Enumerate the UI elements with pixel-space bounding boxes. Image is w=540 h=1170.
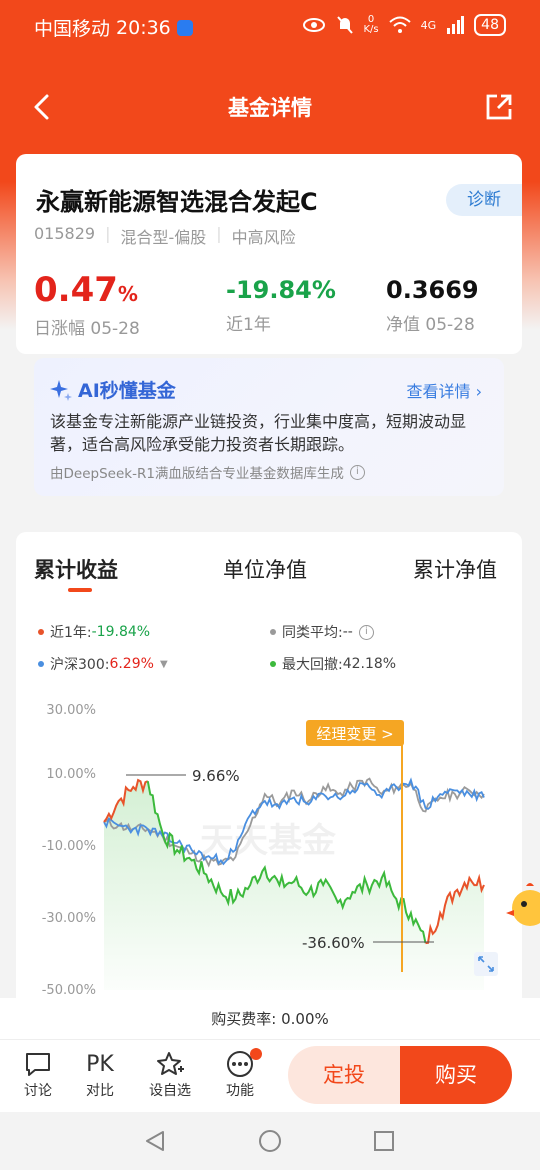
- ai-source: 由DeepSeek-R1满血版结合专业基金数据库生成 i: [50, 462, 365, 482]
- auto-invest-button[interactable]: 定投: [288, 1046, 400, 1104]
- info-icon[interactable]: i: [349, 464, 365, 480]
- app-notification-icon: [176, 19, 193, 36]
- notification-dot: [250, 1048, 262, 1060]
- carrier: 中国移动: [34, 18, 111, 40]
- daily-change-value: 0.47: [34, 270, 118, 310]
- chevron-right-icon: ›: [475, 382, 482, 401]
- ai-summary-card[interactable]: AI秒懂基金 查看详情 › 该基金专注新能源产业链投资，行业集中度高，短期波动显…: [34, 358, 504, 496]
- wifi-icon: [388, 16, 411, 33]
- ai-view-details-text: 查看详情: [406, 382, 471, 401]
- trough-label: -36.60%: [302, 934, 365, 952]
- year-change-label: 近1年: [226, 315, 271, 335]
- ai-title: AI秒懂基金: [50, 376, 176, 403]
- mute-icon: [336, 16, 353, 34]
- nav-value: 0.3669: [386, 276, 479, 304]
- year-change-value: -19.84%: [226, 276, 336, 304]
- diagnose-button[interactable]: 诊断: [446, 184, 522, 216]
- net-speed: 0 K/s: [363, 14, 379, 35]
- compare-label: 对比: [86, 1083, 114, 1099]
- signal-bars-icon: [447, 16, 465, 34]
- share-icon[interactable]: [484, 92, 514, 122]
- buy-button[interactable]: 购买: [400, 1046, 512, 1104]
- functions-button[interactable]: 功能: [212, 1048, 268, 1100]
- return-chart[interactable]: 天天基金 经理变更 > 9.66% -36.60%: [16, 532, 522, 1032]
- divider: |: [105, 224, 111, 243]
- mascot-icon[interactable]: [506, 880, 540, 928]
- recents-square-icon[interactable]: [374, 1131, 394, 1151]
- nav-bar: 基金详情: [0, 80, 540, 134]
- fund-code: 015829: [34, 224, 96, 243]
- fund-area-fill: [104, 780, 484, 990]
- nav-label: 净值 05-28: [386, 315, 475, 335]
- system-nav-bar: [0, 1112, 540, 1170]
- fund-risk: 中高风险: [231, 228, 296, 247]
- compare-button[interactable]: PK 对比: [72, 1048, 128, 1100]
- daily-change-unit: %: [117, 282, 138, 306]
- purchase-fee-bar: 购买费率: 0.00%: [0, 998, 540, 1040]
- daily-change-metric: 0.47% 日涨幅 05-28: [34, 272, 140, 339]
- eye-icon: [302, 18, 325, 32]
- fund-name: 永赢新能源智选混合发起C: [36, 188, 318, 216]
- clock: 20:36: [116, 16, 171, 39]
- back-triangle-icon[interactable]: [144, 1130, 166, 1152]
- peak-label: 9.66%: [192, 767, 240, 785]
- star-plus-icon: [157, 1052, 184, 1075]
- pk-icon: PK: [86, 1051, 114, 1077]
- chart-card: 累计收益 单位净值 累计净值 近1年: -19.84% 同类平均: -- i 沪深3…: [16, 532, 522, 1032]
- manager-change-label: 经理变更 >: [316, 725, 393, 743]
- battery-indicator: 48: [474, 14, 506, 36]
- ai-title-text: AI秒懂基金: [78, 380, 176, 402]
- divider: |: [216, 224, 222, 243]
- ai-view-details-link[interactable]: 查看详情 ›: [406, 378, 482, 402]
- add-watchlist-button[interactable]: 设自选: [142, 1048, 198, 1100]
- fee-label: 购买费率:: [211, 1010, 277, 1028]
- bottom-action-bar: 讨论 PK 对比 设自选 功能 定投 购买: [0, 1040, 540, 1112]
- daily-change-label: 日涨幅 05-28: [34, 319, 140, 339]
- add-watchlist-label: 设自选: [149, 1083, 191, 1099]
- ai-summary-text: 该基金专注新能源产业链投资，行业集中度高，短期波动显著，适合高风险承受能力投资者…: [50, 412, 467, 454]
- sparkle-icon: [50, 379, 72, 401]
- page-title: 基金详情: [228, 96, 312, 120]
- functions-label: 功能: [226, 1083, 254, 1099]
- ai-source-text: 由DeepSeek-R1满血版结合专业基金数据库生成: [50, 466, 344, 482]
- home-circle-icon[interactable]: [258, 1129, 282, 1153]
- discuss-button[interactable]: 讨论: [10, 1048, 66, 1100]
- nav-metric: 0.3669 净值 05-28: [386, 272, 479, 335]
- fullscreen-icon[interactable]: [474, 952, 498, 976]
- fee-value: 0.00%: [281, 1010, 329, 1028]
- status-bar: 中国移动 20:36 0 K/s 4G 48: [0, 0, 540, 54]
- chart-watermark: 天天基金: [200, 821, 337, 861]
- fund-type: 混合型-偏股: [120, 228, 207, 247]
- fund-tags: 015829 | 混合型-偏股 | 中高风险: [34, 224, 296, 248]
- year-change-metric: -19.84% 近1年: [226, 272, 336, 335]
- discuss-label: 讨论: [24, 1083, 52, 1099]
- signal-icon: 4G: [420, 18, 437, 32]
- chat-bubble-icon: [26, 1053, 50, 1076]
- fund-summary-card: 永赢新能源智选混合发起C 诊断 015829 | 混合型-偏股 | 中高风险 0…: [16, 154, 522, 354]
